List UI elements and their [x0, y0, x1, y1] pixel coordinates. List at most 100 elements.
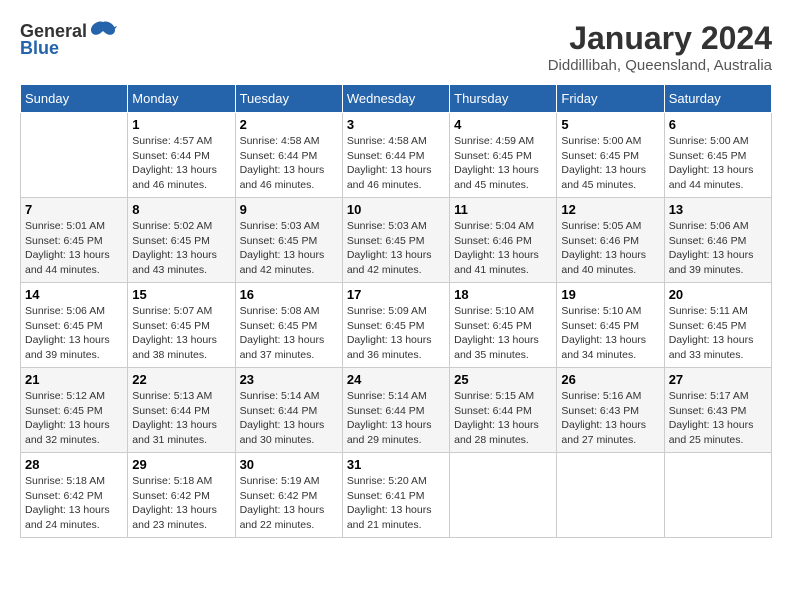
day-number: 6: [669, 117, 767, 132]
calendar-cell: 14 Sunrise: 5:06 AMSunset: 6:45 PMDayligh…: [21, 283, 128, 368]
day-number: 4: [454, 117, 552, 132]
day-info: Sunrise: 5:17 AMSunset: 6:43 PMDaylight:…: [669, 389, 767, 448]
day-info: Sunrise: 5:02 AMSunset: 6:45 PMDaylight:…: [132, 219, 230, 278]
day-info: Sunrise: 5:03 AMSunset: 6:45 PMDaylight:…: [240, 219, 338, 278]
calendar-cell: 23 Sunrise: 5:14 AMSunset: 6:44 PMDayligh…: [235, 368, 342, 453]
calendar-cell: 7 Sunrise: 5:01 AMSunset: 6:45 PMDaylight…: [21, 198, 128, 283]
day-number: 14: [25, 287, 123, 302]
calendar-week-row: 1 Sunrise: 4:57 AMSunset: 6:44 PMDaylight…: [21, 113, 772, 198]
day-info: Sunrise: 5:20 AMSunset: 6:41 PMDaylight:…: [347, 474, 445, 533]
location-subtitle: Diddillibah, Queensland, Australia: [548, 57, 772, 74]
day-number: 29: [132, 457, 230, 472]
calendar-week-row: 14 Sunrise: 5:06 AMSunset: 6:45 PMDayligh…: [21, 283, 772, 368]
calendar-cell: 12 Sunrise: 5:05 AMSunset: 6:46 PMDayligh…: [557, 198, 664, 283]
calendar-cell: 24 Sunrise: 5:14 AMSunset: 6:44 PMDayligh…: [342, 368, 449, 453]
calendar-cell: 22 Sunrise: 5:13 AMSunset: 6:44 PMDayligh…: [128, 368, 235, 453]
day-info: Sunrise: 5:05 AMSunset: 6:46 PMDaylight:…: [561, 219, 659, 278]
day-info: Sunrise: 5:00 AMSunset: 6:45 PMDaylight:…: [669, 134, 767, 193]
day-number: 19: [561, 287, 659, 302]
day-info: Sunrise: 5:01 AMSunset: 6:45 PMDaylight:…: [25, 219, 123, 278]
calendar-cell: 2Sunrise: 4:58 AMSunset: 6:44 PMDaylight…: [235, 113, 342, 198]
calendar-cell: 13 Sunrise: 5:06 AMSunset: 6:46 PMDayligh…: [664, 198, 771, 283]
weekday-header-row: SundayMondayTuesdayWednesdayThursdayFrid…: [21, 85, 772, 113]
calendar-cell: 27Sunrise: 5:17 AMSunset: 6:43 PMDayligh…: [664, 368, 771, 453]
calendar-cell: 6 Sunrise: 5:00 AMSunset: 6:45 PMDaylight…: [664, 113, 771, 198]
day-info: Sunrise: 5:10 AMSunset: 6:45 PMDaylight:…: [561, 304, 659, 363]
day-info: Sunrise: 5:10 AMSunset: 6:45 PMDaylight:…: [454, 304, 552, 363]
day-number: 18: [454, 287, 552, 302]
weekday-header-saturday: Saturday: [664, 85, 771, 113]
day-info: Sunrise: 4:59 AMSunset: 6:45 PMDaylight:…: [454, 134, 552, 193]
calendar-week-row: 7 Sunrise: 5:01 AMSunset: 6:45 PMDaylight…: [21, 198, 772, 283]
day-number: 13: [669, 202, 767, 217]
weekday-header-tuesday: Tuesday: [235, 85, 342, 113]
day-info: Sunrise: 5:18 AMSunset: 6:42 PMDaylight:…: [25, 474, 123, 533]
calendar-cell: [664, 453, 771, 538]
day-info: Sunrise: 5:18 AMSunset: 6:42 PMDaylight:…: [132, 474, 230, 533]
calendar-cell: 17 Sunrise: 5:09 AMSunset: 6:45 PMDayligh…: [342, 283, 449, 368]
calendar-cell: 25 Sunrise: 5:15 AMSunset: 6:44 PMDayligh…: [450, 368, 557, 453]
day-number: 30: [240, 457, 338, 472]
weekday-header-wednesday: Wednesday: [342, 85, 449, 113]
day-number: 25: [454, 372, 552, 387]
day-number: 1: [132, 117, 230, 132]
calendar-cell: 8 Sunrise: 5:02 AMSunset: 6:45 PMDaylight…: [128, 198, 235, 283]
calendar-cell: 20Sunrise: 5:11 AMSunset: 6:45 PMDayligh…: [664, 283, 771, 368]
day-number: 11: [454, 202, 552, 217]
calendar-cell: 3 Sunrise: 4:58 AMSunset: 6:44 PMDaylight…: [342, 113, 449, 198]
day-number: 8: [132, 202, 230, 217]
calendar-cell: 15Sunrise: 5:07 AMSunset: 6:45 PMDayligh…: [128, 283, 235, 368]
calendar-week-row: 28Sunrise: 5:18 AMSunset: 6:42 PMDayligh…: [21, 453, 772, 538]
logo-bird-icon: [89, 20, 117, 42]
day-info: Sunrise: 5:14 AMSunset: 6:44 PMDaylight:…: [347, 389, 445, 448]
day-number: 20: [669, 287, 767, 302]
day-number: 24: [347, 372, 445, 387]
calendar-cell: 5 Sunrise: 5:00 AMSunset: 6:45 PMDaylight…: [557, 113, 664, 198]
day-info: Sunrise: 5:09 AMSunset: 6:45 PMDaylight:…: [347, 304, 445, 363]
day-info: Sunrise: 5:06 AMSunset: 6:45 PMDaylight:…: [25, 304, 123, 363]
calendar-cell: 29 Sunrise: 5:18 AMSunset: 6:42 PMDayligh…: [128, 453, 235, 538]
logo: General Blue: [20, 20, 117, 59]
day-info: Sunrise: 4:58 AMSunset: 6:44 PMDaylight:…: [347, 134, 445, 193]
day-number: 26: [561, 372, 659, 387]
day-number: 3: [347, 117, 445, 132]
day-number: 2: [240, 117, 338, 132]
calendar-week-row: 21Sunrise: 5:12 AMSunset: 6:45 PMDayligh…: [21, 368, 772, 453]
logo-blue-text: Blue: [20, 38, 59, 59]
calendar-cell: 26 Sunrise: 5:16 AMSunset: 6:43 PMDayligh…: [557, 368, 664, 453]
calendar-table: SundayMondayTuesdayWednesdayThursdayFrid…: [20, 84, 772, 538]
weekday-header-monday: Monday: [128, 85, 235, 113]
calendar-cell: 4 Sunrise: 4:59 AMSunset: 6:45 PMDaylight…: [450, 113, 557, 198]
calendar-cell: 30 Sunrise: 5:19 AMSunset: 6:42 PMDayligh…: [235, 453, 342, 538]
day-number: 23: [240, 372, 338, 387]
weekday-header-friday: Friday: [557, 85, 664, 113]
day-number: 12: [561, 202, 659, 217]
day-number: 17: [347, 287, 445, 302]
day-info: Sunrise: 5:03 AMSunset: 6:45 PMDaylight:…: [347, 219, 445, 278]
calendar-cell: [21, 113, 128, 198]
day-info: Sunrise: 5:15 AMSunset: 6:44 PMDaylight:…: [454, 389, 552, 448]
day-number: 21: [25, 372, 123, 387]
day-number: 5: [561, 117, 659, 132]
day-info: Sunrise: 5:06 AMSunset: 6:46 PMDaylight:…: [669, 219, 767, 278]
month-year-title: January 2024: [548, 20, 772, 57]
calendar-cell: 1 Sunrise: 4:57 AMSunset: 6:44 PMDaylight…: [128, 113, 235, 198]
calendar-cell: [450, 453, 557, 538]
day-info: Sunrise: 5:00 AMSunset: 6:45 PMDaylight:…: [561, 134, 659, 193]
calendar-cell: [557, 453, 664, 538]
title-section: January 2024 Diddillibah, Queensland, Au…: [548, 20, 772, 74]
day-info: Sunrise: 5:07 AMSunset: 6:45 PMDaylight:…: [132, 304, 230, 363]
day-info: Sunrise: 5:16 AMSunset: 6:43 PMDaylight:…: [561, 389, 659, 448]
day-number: 22: [132, 372, 230, 387]
day-info: Sunrise: 5:14 AMSunset: 6:44 PMDaylight:…: [240, 389, 338, 448]
calendar-cell: 11Sunrise: 5:04 AMSunset: 6:46 PMDayligh…: [450, 198, 557, 283]
day-number: 7: [25, 202, 123, 217]
calendar-cell: 31Sunrise: 5:20 AMSunset: 6:41 PMDayligh…: [342, 453, 449, 538]
calendar-cell: 28Sunrise: 5:18 AMSunset: 6:42 PMDayligh…: [21, 453, 128, 538]
day-info: Sunrise: 5:13 AMSunset: 6:44 PMDaylight:…: [132, 389, 230, 448]
day-info: Sunrise: 5:19 AMSunset: 6:42 PMDaylight:…: [240, 474, 338, 533]
page-header: General Blue January 2024 Diddillibah, Q…: [20, 20, 772, 74]
day-info: Sunrise: 4:57 AMSunset: 6:44 PMDaylight:…: [132, 134, 230, 193]
day-number: 16: [240, 287, 338, 302]
weekday-header-thursday: Thursday: [450, 85, 557, 113]
